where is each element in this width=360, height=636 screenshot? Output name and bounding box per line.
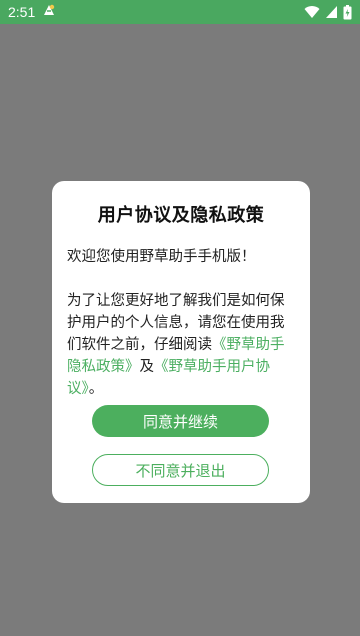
agree-button[interactable]: 同意并继续 <box>92 405 269 437</box>
status-icons <box>304 4 352 20</box>
policy-text-suffix: 。 <box>88 381 104 397</box>
disagree-button[interactable]: 不同意并退出 <box>92 454 269 486</box>
policy-paragraph: 为了让您更好地了解我们是如何保护用户的个人信息，请您在使用我们软件之前，仔细阅读… <box>67 290 295 400</box>
dialog-body: 欢迎您使用野草助手手机版！ 为了让您更好地了解我们是如何保护用户的个人信息，请您… <box>67 246 295 400</box>
battery-icon <box>343 4 352 20</box>
status-time: 2:51 <box>8 4 36 20</box>
dialog-title: 用户协议及隐私政策 <box>97 205 265 226</box>
welcome-text: 欢迎您使用野草助手手机版！ <box>67 249 256 265</box>
cellular-signal-icon <box>325 5 338 19</box>
notification-app-icon <box>41 2 57 22</box>
policy-conjunction: 及 <box>139 359 155 375</box>
status-bar: 2:51 <box>0 0 360 24</box>
wifi-icon <box>304 5 320 19</box>
privacy-dialog: 用户协议及隐私政策 欢迎您使用野草助手手机版！ 为了让您更好地了解我们是如何保护… <box>52 181 310 503</box>
